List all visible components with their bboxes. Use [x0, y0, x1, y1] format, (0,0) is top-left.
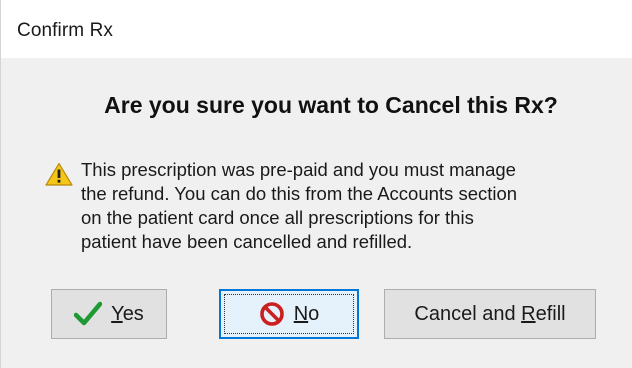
yes-button-label: Yes [111, 302, 144, 325]
no-button-label: No [293, 302, 320, 325]
warning-icon [45, 162, 73, 186]
title-bar[interactable]: Confirm Rx [1, 0, 632, 58]
message-line: This prescription was pre-paid and you m… [81, 159, 516, 180]
window-title: Confirm Rx [17, 20, 114, 41]
focus-ring [224, 294, 354, 334]
yes-button[interactable]: Yes [51, 289, 167, 339]
message-line: on the patient card once all prescriptio… [81, 207, 474, 228]
checkmark-icon [74, 301, 103, 326]
message-line: patient have been cancelled and refilled… [81, 231, 413, 252]
prohibited-icon [259, 302, 284, 326]
no-button[interactable]: No [219, 289, 359, 339]
confirm-dialog: Confirm Rx Are you sure you want to Canc… [0, 0, 632, 368]
dialog-message: This prescription was pre-paid and you m… [81, 158, 621, 254]
dialog-heading: Are you sure you want to Cancel this Rx? [104, 92, 558, 118]
cancel-and-refill-label: Cancel and Refill [414, 302, 566, 325]
cancel-and-refill-button[interactable]: Cancel and Refill [384, 289, 596, 339]
message-line: the refund. You can do this from the Acc… [81, 183, 518, 204]
